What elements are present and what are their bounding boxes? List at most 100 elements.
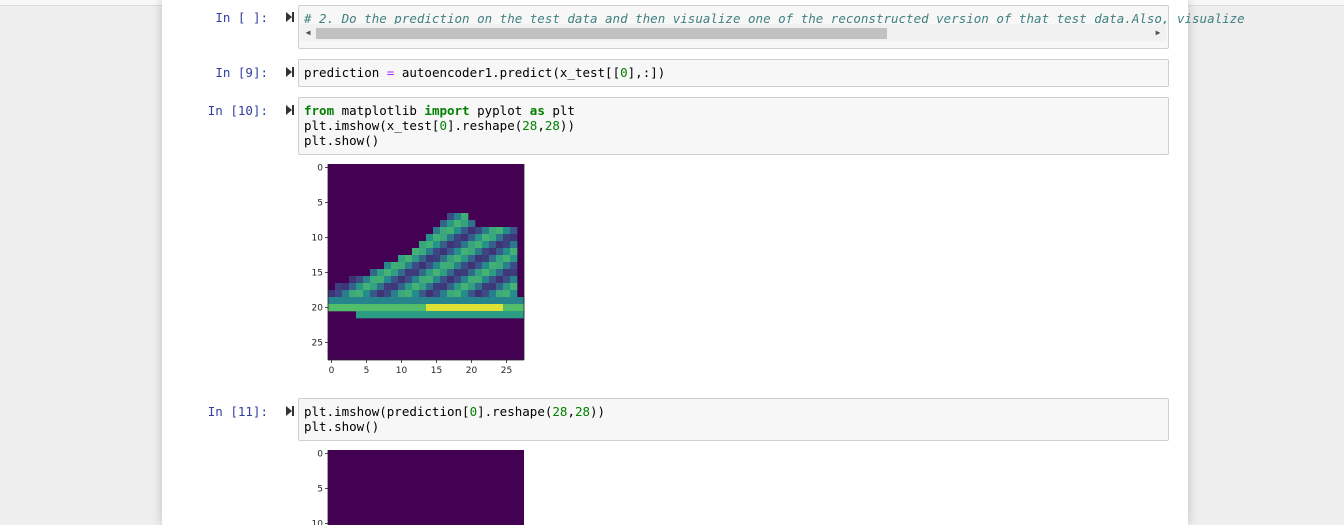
y-tick-label: 10	[312, 234, 324, 244]
image-pixel	[419, 241, 427, 249]
image-pixel	[342, 304, 350, 312]
code-editor[interactable]: plt.imshow(prediction[0].reshape(28,28))…	[304, 404, 605, 434]
run-cell-icon[interactable]	[285, 405, 295, 417]
image-pixel	[503, 283, 511, 291]
image-pixel	[384, 297, 392, 305]
image-pixel	[433, 255, 441, 263]
code-token: 28	[552, 404, 568, 419]
scroll-left-icon[interactable]: ◀	[302, 26, 314, 38]
y-tick-label: 5	[317, 199, 323, 209]
image-pixel	[517, 297, 525, 305]
image-pixel	[461, 311, 469, 319]
image-pixel	[447, 248, 455, 256]
image-pixel	[384, 262, 392, 270]
image-pixel	[489, 255, 497, 263]
code-cell-input[interactable]: from matplotlib import pyplot as plt plt.…	[298, 97, 1169, 155]
x-tick-label: 15	[431, 366, 442, 376]
image-pixel	[405, 297, 413, 305]
y-tick-label: 0	[317, 450, 323, 460]
image-pixel	[328, 297, 336, 305]
output-image-plot: 0 5 10	[312, 450, 524, 525]
image-pixel	[440, 311, 448, 319]
image-pixel	[461, 283, 469, 291]
image-pixel	[489, 290, 497, 298]
image-pixel	[475, 262, 483, 270]
horizontal-scrollbar[interactable]: ◀ ▶	[300, 24, 1166, 41]
image-pixel	[482, 304, 490, 312]
run-cell-icon[interactable]	[285, 66, 295, 78]
code-token: ))	[559, 118, 575, 133]
image-pixel	[468, 220, 476, 228]
image-pixel	[503, 269, 511, 277]
image-pixel	[475, 290, 483, 298]
scroll-right-icon[interactable]: ▶	[1152, 26, 1164, 38]
image-pixel	[461, 220, 469, 228]
image-pixel	[384, 290, 392, 298]
x-tick-label: 20	[466, 366, 478, 376]
image-pixel	[391, 311, 399, 319]
image-pixel	[496, 234, 504, 242]
image-pixel	[377, 290, 385, 298]
image-pixel	[461, 227, 469, 235]
image-pixel	[447, 297, 455, 305]
image-pixel	[489, 241, 497, 249]
image-pixel	[433, 262, 441, 270]
image-pixel	[482, 255, 490, 263]
run-cell-icon[interactable]	[285, 104, 295, 116]
code-cell-input[interactable]: prediction = autoencoder1.predict(x_test…	[298, 59, 1169, 87]
image-pixel	[412, 297, 420, 305]
image-pixel	[384, 269, 392, 277]
image-pixel	[426, 304, 434, 312]
image-pixel	[489, 227, 497, 235]
image-pixel	[482, 311, 490, 319]
image-pixel	[440, 248, 448, 256]
code-editor[interactable]: from matplotlib import pyplot as plt plt.…	[304, 103, 575, 148]
code-editor[interactable]: prediction = autoencoder1.predict(x_test…	[304, 65, 665, 80]
image-pixel	[447, 276, 455, 284]
image-pixel	[398, 262, 406, 270]
image-pixel	[461, 276, 469, 284]
image-pixel	[405, 311, 413, 319]
image-pixel	[426, 255, 434, 263]
image-pixel	[454, 220, 462, 228]
image-pixel	[482, 269, 490, 277]
image-pixel	[412, 255, 420, 263]
image-pixel	[468, 283, 476, 291]
run-cell-icon[interactable]	[285, 11, 295, 23]
image-pixel	[405, 290, 413, 298]
image-pixel	[447, 269, 455, 277]
image-pixel	[461, 269, 469, 277]
image-pixel	[510, 290, 518, 298]
scrollbar-thumb[interactable]	[316, 28, 887, 39]
image-pixel	[510, 262, 518, 270]
image-pixel	[475, 283, 483, 291]
image-pixel	[419, 311, 427, 319]
image-pixel	[510, 297, 518, 305]
image-pixel	[447, 234, 455, 242]
plot-axes: 0 5 10	[312, 450, 329, 525]
image-pixel	[370, 290, 378, 298]
code-token: ].reshape(	[477, 404, 553, 419]
code-cell-input[interactable]: # 2. Do the prediction on the test data …	[298, 5, 1245, 49]
image-pixel	[447, 290, 455, 298]
image-pixel	[510, 269, 518, 277]
image-pixel	[349, 304, 357, 312]
image-pixel	[391, 269, 399, 277]
image-pixel	[398, 276, 406, 284]
code-token: plt	[544, 103, 575, 118]
image-pixel	[496, 290, 504, 298]
cell-prompt: In [9]:	[215, 65, 268, 80]
code-cell-input[interactable]: plt.imshow(prediction[0].reshape(28,28))…	[298, 398, 1169, 441]
image-pixel	[468, 255, 476, 263]
image-pixel	[419, 262, 427, 270]
code-token: ,	[537, 118, 545, 133]
image-pixel	[412, 283, 420, 291]
image-pixel	[489, 311, 497, 319]
code-token: plt.show()	[304, 419, 380, 434]
x-tick-label: 10	[396, 366, 408, 376]
image-pixel	[356, 311, 364, 319]
image-pixel	[510, 227, 518, 235]
image-pixel	[475, 276, 483, 284]
image-pixel	[412, 304, 420, 312]
image-pixel	[419, 304, 427, 312]
